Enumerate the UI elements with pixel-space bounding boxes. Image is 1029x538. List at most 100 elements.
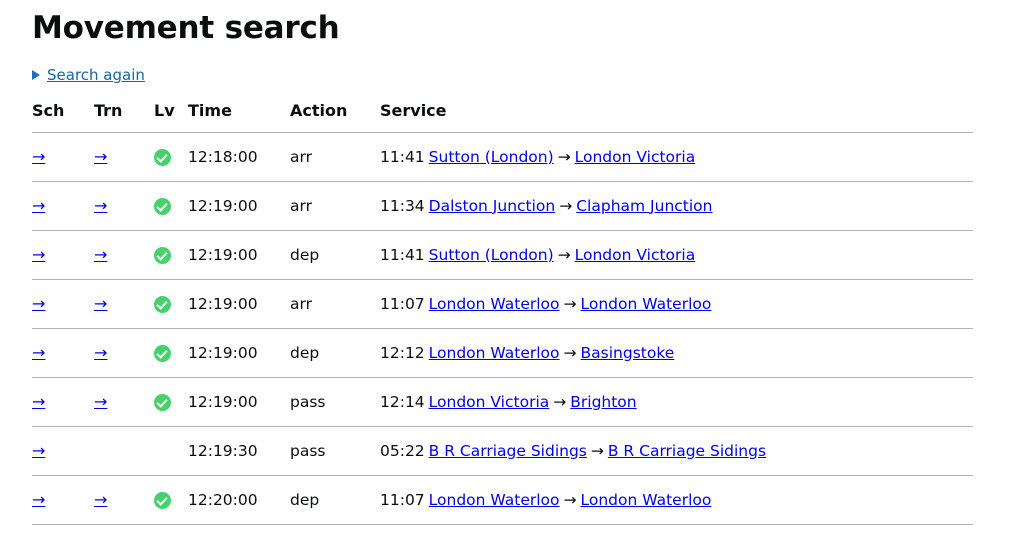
cell-sch: → — [32, 279, 94, 329]
trn-arrow-link[interactable]: → — [94, 391, 107, 412]
cell-time: 12:20:00 — [188, 475, 290, 525]
sch-arrow-link[interactable]: → — [32, 293, 45, 314]
service-origin-link[interactable]: B R Carriage Sidings — [429, 442, 587, 460]
cell-trn: → — [94, 230, 154, 280]
cell-service: 12:14 London Victoria → Brighton — [380, 377, 973, 427]
service-origin-link[interactable]: London Waterloo — [429, 344, 560, 362]
cell-service: 11:41 Sutton (London) → London Victoria — [380, 132, 973, 182]
cell-action: dep — [290, 230, 380, 280]
movement-results-table: Sch Trn Lv Time Action Service → → 12:18:0… — [32, 101, 973, 525]
cell-service: 05:22 B R Carriage Sidings → B R Carriage S… — [380, 426, 973, 476]
trn-arrow-link[interactable]: → — [94, 489, 107, 510]
cell-time: 12:19:00 — [188, 279, 290, 329]
service-destination-link[interactable]: B R Carriage Sidings — [608, 442, 766, 460]
table-header-row: Sch Trn Lv Time Action Service — [32, 101, 973, 133]
service-separator-arrow-icon: → — [563, 343, 577, 362]
service-destination-link[interactable]: London Waterloo — [581, 295, 712, 313]
cell-trn: → — [94, 181, 154, 231]
service-time: 12:14 — [380, 392, 425, 411]
service-destination-link[interactable]: Clapham Junction — [576, 197, 712, 215]
cell-time: 12:19:00 — [188, 230, 290, 280]
service-destination-link[interactable]: Brighton — [570, 393, 636, 411]
table-header: Sch Trn Lv Time Action Service — [32, 101, 973, 133]
cell-action: arr — [290, 181, 380, 231]
cell-sch: → — [32, 181, 94, 231]
table-row: → → 12:19:00 dep 11:41 Sutton (London) → London… — [32, 230, 973, 280]
service-origin-link[interactable]: London Waterloo — [429, 491, 560, 509]
cell-sch: → — [32, 132, 94, 182]
cell-lv — [154, 230, 188, 280]
disclosure-triangle-icon[interactable] — [32, 70, 40, 80]
cell-time: 12:19:00 — [188, 181, 290, 231]
cell-service: 11:07 London Waterloo → London Waterloo — [380, 279, 973, 329]
sch-arrow-link[interactable]: → — [32, 391, 45, 412]
green-check-icon — [154, 246, 171, 264]
column-header-time: Time — [188, 101, 290, 133]
cell-time: 12:19:00 — [188, 328, 290, 378]
service-origin-link[interactable]: Sutton (London) — [429, 148, 554, 166]
service-time: 11:34 — [380, 196, 425, 215]
service-destination-link[interactable]: London Victoria — [575, 246, 696, 264]
green-check-icon — [154, 295, 171, 313]
sch-arrow-link[interactable]: → — [32, 195, 45, 216]
cell-lv — [154, 377, 188, 427]
service-time: 11:41 — [380, 245, 425, 264]
cell-sch: → — [32, 377, 94, 427]
service-separator-arrow-icon: → — [563, 490, 577, 509]
green-check-icon — [154, 197, 171, 215]
green-check-icon — [154, 344, 171, 362]
table-row: → → 12:19:00 dep 12:12 London Waterloo → Basing… — [32, 328, 973, 378]
trn-arrow-link[interactable]: → — [94, 195, 107, 216]
sch-arrow-link[interactable]: → — [32, 342, 45, 363]
service-time: 05:22 — [380, 441, 425, 460]
cell-sch: → — [32, 328, 94, 378]
trn-arrow-link[interactable]: → — [94, 342, 107, 363]
trn-arrow-link[interactable]: → — [94, 146, 107, 167]
service-origin-link[interactable]: Sutton (London) — [429, 246, 554, 264]
service-destination-link[interactable]: London Waterloo — [581, 491, 712, 509]
sch-arrow-link[interactable]: → — [32, 146, 45, 167]
cell-action: pass — [290, 426, 380, 476]
cell-trn: → — [94, 377, 154, 427]
trn-arrow-link[interactable]: → — [94, 244, 107, 265]
sch-arrow-link[interactable]: → — [32, 440, 45, 461]
service-separator-arrow-icon: → — [557, 245, 571, 264]
table-row: → → 12:19:00 arr 11:07 London Waterloo → London… — [32, 279, 973, 329]
search-again-link[interactable]: Search again — [47, 66, 145, 84]
sch-arrow-link[interactable]: → — [32, 244, 45, 265]
cell-time: 12:18:00 — [188, 132, 290, 182]
service-destination-link[interactable]: London Victoria — [575, 148, 696, 166]
cell-trn: → — [94, 132, 154, 182]
search-again-disclosure[interactable]: Search again — [32, 66, 997, 84]
column-header-lv: Lv — [154, 101, 188, 133]
cell-action: pass — [290, 377, 380, 427]
green-check-icon — [154, 393, 171, 411]
cell-trn: → — [94, 279, 154, 329]
column-header-action: Action — [290, 101, 380, 133]
service-origin-link[interactable]: Dalston Junction — [429, 197, 556, 215]
column-header-sch: Sch — [32, 101, 94, 133]
green-check-icon — [154, 148, 171, 166]
service-separator-arrow-icon: → — [553, 392, 567, 411]
service-separator-arrow-icon: → — [557, 147, 571, 166]
cell-lv — [154, 181, 188, 231]
page-title: Movement search — [32, 10, 340, 46]
service-destination-link[interactable]: Basingstoke — [581, 344, 675, 362]
cell-sch: → — [32, 230, 94, 280]
service-separator-arrow-icon: → — [563, 294, 577, 313]
trn-arrow-link[interactable]: → — [94, 293, 107, 314]
service-origin-link[interactable]: London Victoria — [429, 393, 550, 411]
page-container: Movement search Search again Sch Trn Lv … — [0, 10, 1029, 525]
cell-time: 12:19:00 — [188, 377, 290, 427]
service-time: 11:07 — [380, 490, 425, 509]
cell-action: dep — [290, 328, 380, 378]
cell-trn — [94, 426, 154, 476]
cell-action: arr — [290, 132, 380, 182]
table-row: → → 12:19:00 pass 12:14 London Victoria → Brigh… — [32, 377, 973, 427]
cell-sch: → — [32, 475, 94, 525]
service-origin-link[interactable]: London Waterloo — [429, 295, 560, 313]
cell-service: 11:07 London Waterloo → London Waterloo — [380, 475, 973, 525]
service-separator-arrow-icon: → — [590, 441, 604, 460]
sch-arrow-link[interactable]: → — [32, 489, 45, 510]
table-row: → → 12:19:00 arr 11:34 Dalston Junction → Claph… — [32, 181, 973, 231]
